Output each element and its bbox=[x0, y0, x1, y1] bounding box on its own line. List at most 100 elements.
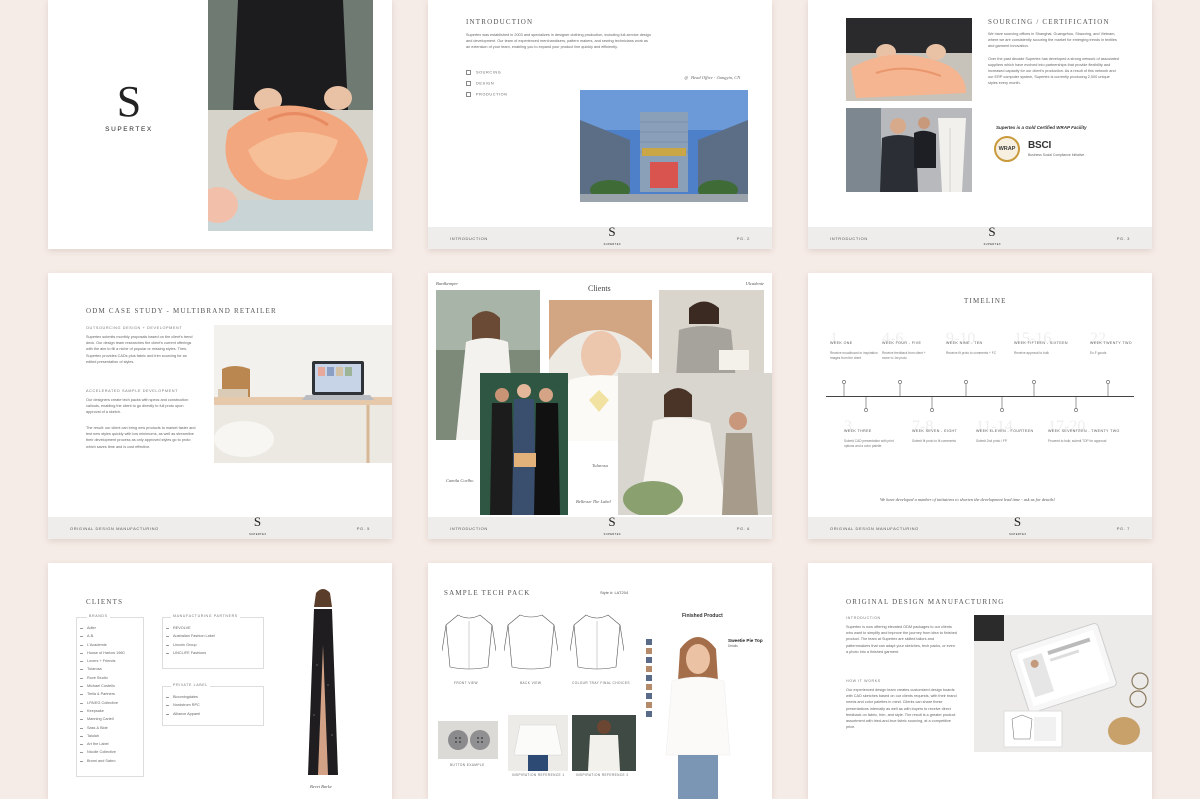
brand-item: House of Harlow 1960 bbox=[77, 649, 143, 657]
footer-section: ORIGINAL DESIGN MANUFACTURING bbox=[830, 525, 919, 531]
page-title: SAMPLE TECH PACK bbox=[444, 589, 531, 597]
partners-list: REVOLVE Australian Fashion Label Lincoln… bbox=[163, 624, 263, 657]
certification-heading: Supertex is a Gold Certified WRAP Facili… bbox=[996, 125, 1087, 130]
brand-item: Lovers + Friends bbox=[77, 657, 143, 665]
footer-section: INTRODUCTION bbox=[450, 235, 488, 241]
page-timeline: TIMELINE 1 WEEK ONE Receive moodboard or… bbox=[808, 273, 1152, 539]
private-label-item: Nordstrom RPC bbox=[163, 701, 263, 709]
sourcing-photo-workers bbox=[846, 108, 972, 192]
brand-item: Art the Label bbox=[77, 740, 143, 748]
photo-caption: INSPIRATION REFERENCE 1 bbox=[512, 773, 565, 777]
footer-logo: S SUPERTEX bbox=[603, 514, 622, 536]
checkbox-icon bbox=[466, 70, 471, 75]
partners-heading: MANUFACTURING PARTNERS bbox=[171, 614, 240, 618]
timeline-marker bbox=[1106, 380, 1110, 384]
footer-logo: S SUPERTEX bbox=[983, 224, 1002, 246]
client-label: Bellevue The Label bbox=[576, 499, 611, 504]
timeline-marker bbox=[1000, 408, 1004, 412]
brand-item: LPA/EG Collective bbox=[77, 699, 143, 707]
brand-item: Tularosa bbox=[77, 665, 143, 673]
page-tech-pack: SAMPLE TECH PACK Style #: LAT204 FRONT V… bbox=[428, 563, 772, 799]
tablet-flatlay-photo bbox=[974, 615, 1152, 752]
brand-item: Rove Studio bbox=[77, 674, 143, 682]
client-label: Tularosa bbox=[592, 463, 608, 468]
finished-product-photo bbox=[654, 625, 742, 799]
partner-item: REVOLVE bbox=[163, 624, 263, 632]
odm-body-1: Supertex is now offering elevated ODM pa… bbox=[846, 625, 958, 654]
partner-item: Australian Fashion Label bbox=[163, 632, 263, 640]
private-label-panel: PRIVATE LABEL Bloomingdales Nordstrom RP… bbox=[162, 683, 264, 726]
page-clients-collage: Bardkemper Ulcadenie Clients Camila Coel… bbox=[428, 273, 772, 539]
brand-item: Nicolle Collective bbox=[77, 748, 143, 756]
sketch-caption: BACK VIEW bbox=[520, 681, 542, 685]
client-label: Ulcadenie bbox=[745, 281, 765, 286]
page-odm: ORIGINAL DESIGN MANUFACTURING INTRODUCTI… bbox=[808, 563, 1152, 799]
product-subtitle: Details bbox=[728, 644, 738, 648]
tech-sketch-colourway bbox=[570, 614, 624, 670]
button-example-photo bbox=[438, 721, 498, 759]
office-caption: ◎ Head Office - Jiangyin, CN bbox=[684, 75, 741, 80]
sketch-caption: FRONT VIEW bbox=[454, 681, 478, 685]
footer-section: INTRODUCTION bbox=[450, 525, 488, 531]
client-photo-group bbox=[480, 373, 568, 515]
brand-item: L'Academie bbox=[77, 641, 143, 649]
model-black-gown-photo bbox=[292, 585, 354, 781]
page-cover: S SUPERTEX bbox=[48, 0, 392, 249]
cover-logo: S SUPERTEX bbox=[104, 77, 154, 134]
client-label: Bardkemper bbox=[436, 281, 459, 286]
timeline-marker bbox=[898, 380, 902, 384]
page-footer: INTRODUCTION S SUPERTEX PG. 6 bbox=[428, 514, 772, 539]
checklist-item: DESIGN bbox=[466, 81, 508, 86]
private-label-item: Bloomingdales bbox=[163, 693, 263, 701]
brand-item: Adler bbox=[77, 624, 143, 632]
laptop-desk-photo bbox=[214, 325, 392, 463]
footer-page-number: PG. 5 bbox=[356, 525, 370, 531]
footer-section: ORIGINAL DESIGN MANUFACTURING bbox=[70, 525, 159, 531]
wrap-logo: WRAP bbox=[994, 136, 1020, 162]
footer-page-number: PG. 7 bbox=[1116, 525, 1130, 531]
page-sourcing: SOURCING / CERTIFICATION We have sourcin… bbox=[808, 0, 1152, 249]
section-subtitle: INTRODUCTION bbox=[846, 616, 881, 620]
product-name: Sweetie Pie Top bbox=[728, 638, 763, 643]
timeline-marker bbox=[842, 380, 846, 384]
brand-item: Sass & Bide bbox=[77, 724, 143, 732]
sourcing-photo-fabric bbox=[846, 18, 972, 101]
checklist-item: SOURCING bbox=[466, 70, 508, 75]
timeline-marker bbox=[930, 408, 934, 412]
cover-photo-hands-fabric bbox=[208, 0, 373, 231]
partner-item: Lincoln Group bbox=[163, 641, 263, 649]
checkbox-icon bbox=[466, 81, 471, 86]
page-title: ODM CASE STUDY - MULTIBRAND RETAILER bbox=[86, 307, 277, 315]
brands-panel: BRANDS Adler A.B. L'Academie House of Ha… bbox=[76, 614, 144, 777]
footer-logo: S SUPERTEX bbox=[603, 224, 622, 246]
logo-wordmark: SUPERTEX bbox=[105, 126, 153, 133]
footer-section: INTRODUCTION bbox=[830, 235, 868, 241]
style-number: Style #: LAT204 bbox=[600, 590, 629, 595]
partners-panel: MANUFACTURING PARTNERS REVOLVE Australia… bbox=[162, 614, 264, 669]
page-footer: INTRODUCTION S SUPERTEX PG. 2 bbox=[428, 224, 772, 249]
footer-page-number: PG. 2 bbox=[736, 235, 750, 241]
brand-item: Michael Costello bbox=[77, 682, 143, 690]
model-caption: Bevet Burke bbox=[310, 784, 332, 789]
logo-letter: S bbox=[116, 77, 142, 126]
brand-item: A.B. bbox=[77, 632, 143, 640]
page-footer: ORIGINAL DESIGN MANUFACTURING S SUPERTEX … bbox=[808, 515, 1152, 539]
checkbox-icon bbox=[466, 92, 471, 97]
odm-body-2: Our experienced design team creates cust… bbox=[846, 688, 957, 730]
brand-item: Keepsake bbox=[77, 707, 143, 715]
checklist-item: PRODUCTION bbox=[466, 92, 508, 97]
footer-page-number: PG. 3 bbox=[1116, 235, 1130, 241]
office-building-photo bbox=[580, 90, 748, 202]
section-subtitle: ACCELERATED SAMPLE DEVELOPMENT bbox=[86, 389, 178, 393]
finished-product-label: Finished Product bbox=[682, 613, 723, 619]
service-checklist: SOURCING DESIGN PRODUCTION bbox=[466, 70, 508, 97]
page-clients-list: CLIENTS BRANDS Adler A.B. L'Academie Hou… bbox=[48, 563, 392, 799]
timeline-note: We have developed a number of initiative… bbox=[880, 497, 1056, 502]
private-label-item: Alliance Apparel bbox=[163, 710, 263, 718]
bsci-logo: BSCI Business Social Compliance Initiati… bbox=[1028, 140, 1085, 157]
section-subtitle: HOW IT WORKS bbox=[846, 679, 881, 683]
private-label-list: Bloomingdales Nordstrom RPC Alliance App… bbox=[163, 693, 263, 718]
colour-swatch-column bbox=[646, 639, 652, 719]
tech-sketch-front bbox=[442, 614, 496, 670]
photo-caption: INSPIRATION REFERENCE 2 bbox=[576, 773, 629, 777]
